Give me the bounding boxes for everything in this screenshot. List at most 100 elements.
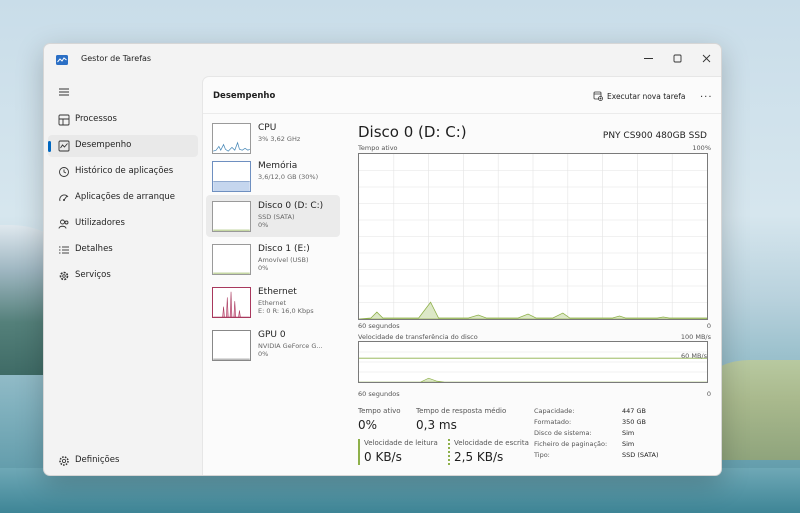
- property-key: Ficheiro de paginação:: [534, 440, 608, 448]
- device-detail: NVIDIA GeForce G...: [258, 342, 323, 350]
- minimize-icon: [643, 57, 653, 59]
- performance-icon: [58, 140, 70, 152]
- response-time-label: Tempo de resposta médio: [416, 407, 507, 415]
- device-detail: SSD (SATA): [258, 213, 295, 221]
- device-name: Memória: [258, 161, 298, 171]
- device-value: 0%: [258, 350, 269, 358]
- disk-1-thumbnail-graph: [212, 244, 251, 275]
- response-time-value: 0,3 ms: [416, 418, 457, 432]
- device-name: Disco 1 (E:): [258, 244, 310, 254]
- gpu-thumbnail-graph: [212, 330, 251, 361]
- device-item-memory[interactable]: Memória 3,6/12,0 GB (30%): [206, 155, 340, 197]
- close-button[interactable]: [692, 47, 720, 69]
- sidebar-item-utilizadores[interactable]: Utilizadores: [48, 213, 198, 235]
- gear-icon: [59, 456, 69, 466]
- property-value: 447 GB: [622, 407, 646, 415]
- sidebar-item-definicoes[interactable]: Definições: [48, 450, 198, 472]
- close-icon: [702, 54, 710, 62]
- disk-detail-panel: Disco 0 (D: C:) PNY CS900 480GB SSD Temp…: [358, 117, 711, 469]
- property-value: Sim: [622, 429, 635, 437]
- device-value: 0%: [258, 264, 269, 272]
- property-key: Disco de sistema:: [534, 429, 592, 437]
- property-key: Formatado:: [534, 418, 572, 426]
- sidebar-item-label: Detalhes: [75, 244, 113, 254]
- graph1-label: Tempo ativo: [358, 144, 398, 152]
- device-name: Ethernet: [258, 287, 297, 297]
- sidebar-item-label: Desempenho: [75, 140, 132, 150]
- device-item-cpu[interactable]: CPU 3% 3,62 GHz: [206, 117, 340, 159]
- minimize-button[interactable]: [634, 47, 662, 69]
- sidebar-item-arranque[interactable]: Aplicações de arranque: [48, 187, 198, 209]
- device-value: 0%: [258, 221, 269, 229]
- active-time-label: Tempo ativo: [358, 407, 401, 415]
- graph1-max-label: 100%: [692, 144, 711, 152]
- task-manager-window: Gestor de Tarefas Processos Desempenho H…: [43, 43, 722, 476]
- sidebar: Processos Desempenho Histórico de aplica…: [44, 76, 202, 475]
- task-manager-app-icon: [56, 55, 68, 65]
- window-title: Gestor de Tarefas: [81, 54, 152, 63]
- settings-label: Definições: [75, 455, 120, 465]
- disk-0-thumbnail-graph: [212, 201, 251, 232]
- device-name: GPU 0: [258, 330, 286, 340]
- startup-icon: [59, 194, 69, 202]
- grid-icon: [58, 114, 70, 126]
- maximize-icon: [673, 54, 681, 62]
- sidebar-item-label: Processos: [75, 114, 117, 124]
- sidebar-item-label: Serviços: [75, 270, 111, 280]
- run-task-icon: [593, 91, 603, 101]
- sidebar-item-servicos[interactable]: Serviços: [48, 265, 198, 287]
- device-detail: 3,6/12,0 GB (30%): [258, 173, 319, 181]
- property-value: Sim: [622, 440, 635, 448]
- read-speed-value: 0 KB/s: [364, 450, 402, 464]
- device-item-gpu-0[interactable]: GPU 0 NVIDIA GeForce G... 0%: [206, 324, 340, 366]
- read-speed-indicator: [358, 439, 360, 465]
- property-value: SSD (SATA): [622, 451, 659, 459]
- graph2-mid-label: 60 MB/s: [681, 352, 707, 360]
- services-icon: [59, 271, 69, 281]
- sidebar-item-detalhes[interactable]: Detalhes: [48, 239, 198, 261]
- hamburger-menu-button[interactable]: [48, 81, 76, 103]
- sidebar-item-historico[interactable]: Histórico de aplicações: [48, 161, 198, 183]
- property-key: Capacidade:: [534, 407, 575, 415]
- device-detail: Ethernet: [258, 299, 286, 307]
- sidebar-item-label: Utilizadores: [75, 218, 125, 228]
- device-item-ethernet[interactable]: Ethernet Ethernet E: 0 R: 16,0 Kbps: [206, 281, 340, 323]
- graph2-label: Velocidade de transferência do disco: [358, 333, 478, 341]
- sidebar-item-desempenho[interactable]: Desempenho: [48, 135, 198, 157]
- disk-title: Disco 0 (D: C:): [358, 123, 467, 141]
- details-icon: [59, 246, 69, 254]
- device-item-disk-1[interactable]: Disco 1 (E:) Amovível (USB) 0%: [206, 238, 340, 280]
- sidebar-item-label: Histórico de aplicações: [75, 166, 174, 176]
- sidebar-item-label: Aplicações de arranque: [75, 192, 176, 202]
- device-name: Disco 0 (D: C:): [258, 201, 324, 211]
- write-speed-value: 2,5 KB/s: [454, 450, 504, 464]
- ethernet-thumbnail-graph: [212, 287, 251, 318]
- sidebar-item-processos[interactable]: Processos: [48, 109, 198, 131]
- graph1-time-label: 60 segundos: [358, 322, 400, 330]
- title-bar[interactable]: Gestor de Tarefas: [44, 44, 721, 76]
- run-new-task-button[interactable]: Executar nova tarefa: [593, 88, 686, 104]
- wallpaper-hill-right: [710, 360, 800, 460]
- maximize-button[interactable]: [663, 47, 691, 69]
- page-title: Desempenho: [213, 91, 276, 101]
- property-value: 350 GB: [622, 418, 646, 426]
- read-speed-label: Velocidade de leitura: [364, 439, 438, 447]
- more-options-button[interactable]: ...: [700, 89, 713, 100]
- run-task-label: Executar nova tarefa: [607, 91, 686, 101]
- users-icon: [58, 219, 69, 229]
- device-item-disk-0[interactable]: Disco 0 (D: C:) SSD (SATA) 0%: [206, 195, 340, 237]
- active-time-value: 0%: [358, 418, 378, 432]
- history-icon: [59, 167, 69, 177]
- active-indicator: [48, 141, 51, 152]
- active-time-graph: [358, 153, 708, 320]
- memory-thumbnail-graph: [212, 161, 251, 192]
- cpu-thumbnail-graph: [212, 123, 251, 154]
- device-detail: 3% 3,62 GHz: [258, 135, 301, 143]
- graph2-time-label: 60 segundos: [358, 390, 400, 398]
- device-detail: Amovível (USB): [258, 256, 309, 264]
- disk-model: PNY CS900 480GB SSD: [602, 131, 707, 141]
- write-speed-indicator: [448, 439, 450, 465]
- header-divider: [203, 113, 721, 114]
- hamburger-icon: [59, 88, 69, 96]
- graph1-min-label: 0: [706, 322, 711, 330]
